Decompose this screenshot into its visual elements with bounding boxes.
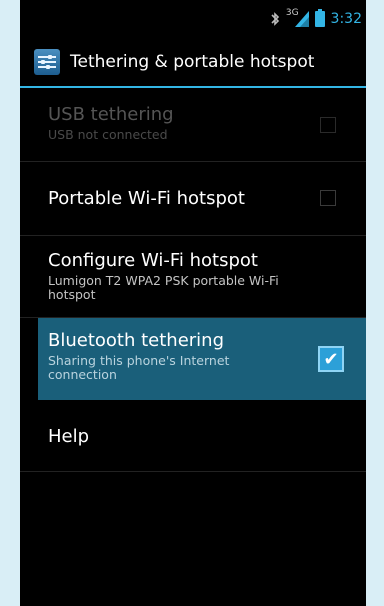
list-item-help[interactable]: Help [20, 400, 366, 472]
item-title: USB tethering [48, 104, 174, 125]
bluetooth-icon [270, 12, 280, 26]
status-bar: 3G 3:32 [20, 0, 366, 38]
action-bar: Tethering & portable hotspot [20, 38, 366, 88]
wifi-hotspot-checkbox[interactable] [320, 189, 336, 206]
item-title: Portable Wi-Fi hotspot [48, 188, 245, 209]
phone-screen: 3G 3:32 Tethering & portable hotspot USB… [20, 0, 366, 606]
list-item-configure-wifi-hotspot[interactable]: Configure Wi-Fi hotspot Lumigon T2 WPA2 … [20, 236, 366, 318]
item-title: Help [48, 426, 90, 447]
page-title: Tethering & portable hotspot [70, 52, 315, 72]
list-item-usb-tethering: USB tethering USB not connected [20, 90, 366, 162]
item-summary: USB not connected [48, 127, 168, 142]
usb-tethering-checkbox [320, 116, 336, 133]
list-item-bluetooth-tethering[interactable]: Bluetooth tethering Sharing this phone's… [38, 318, 366, 400]
checkmark-icon: ✔ [323, 348, 339, 370]
network-type-label: 3G [285, 8, 299, 18]
bluetooth-tethering-checkbox[interactable]: ✔ [318, 346, 344, 372]
settings-list: USB tethering USB not connected Portable… [20, 90, 366, 472]
item-title: Configure Wi-Fi hotspot [48, 250, 258, 271]
item-title: Bluetooth tethering [48, 330, 225, 351]
item-summary: Lumigon T2 WPA2 PSK portable Wi-Fi hotsp… [48, 273, 279, 302]
item-summary: Sharing this phone's Internet connection [48, 353, 230, 382]
settings-sliders-icon[interactable] [34, 49, 60, 75]
status-clock: 3:32 [330, 11, 362, 27]
list-item-portable-wifi-hotspot[interactable]: Portable Wi-Fi hotspot [20, 162, 366, 236]
signal-icon: 3G [285, 8, 309, 27]
battery-icon [314, 9, 325, 27]
